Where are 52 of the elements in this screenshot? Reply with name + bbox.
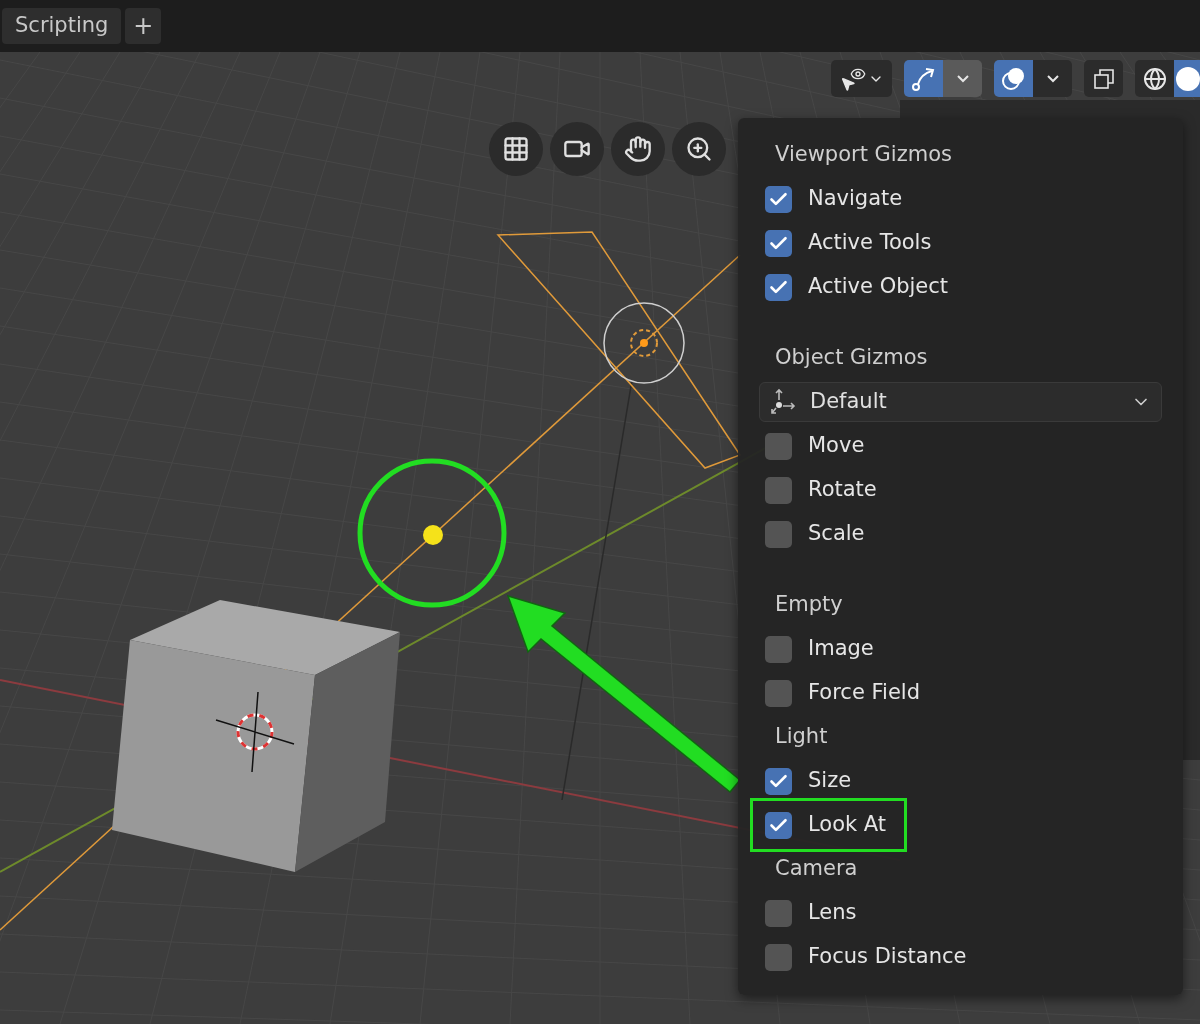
checkbox-label: Image <box>808 635 874 663</box>
section-heading: Camera <box>775 855 858 883</box>
section-heading: Empty <box>775 591 843 619</box>
section-heading: Light <box>775 723 828 751</box>
checkbox-label: Navigate <box>808 185 903 213</box>
3d-cursor-icon <box>215 691 295 773</box>
grid-icon <box>502 135 530 163</box>
checkbox[interactable] <box>765 679 792 707</box>
hand-icon <box>624 135 652 163</box>
checkbox-label: Force Field <box>808 679 920 707</box>
checkbox[interactable] <box>765 635 792 663</box>
dropdown-field[interactable]: Default <box>759 382 1162 422</box>
checkbox[interactable] <box>765 432 792 460</box>
checkbox[interactable] <box>765 185 792 213</box>
navigation-button[interactable] <box>672 122 726 176</box>
transform-axes-icon <box>770 388 798 416</box>
checkbox[interactable] <box>765 229 792 257</box>
checkbox-label: Size <box>808 767 852 795</box>
checkbox-label: Look At <box>808 811 887 839</box>
zoom-icon <box>685 135 713 163</box>
checkbox[interactable] <box>765 767 792 795</box>
checkbox[interactable] <box>765 273 792 301</box>
overlapping-circles-icon <box>1000 65 1027 92</box>
checkbox-label: Lens <box>808 899 857 927</box>
xray-squares-icon <box>1091 66 1116 91</box>
header-button[interactable] <box>1084 60 1123 97</box>
light-gizmo-icon <box>603 302 685 384</box>
checkbox-label: Scale <box>808 520 865 548</box>
section-heading: Viewport Gizmos <box>775 141 952 169</box>
navigation-button[interactable] <box>611 122 665 176</box>
checkbox-label: Active Tools <box>808 229 932 257</box>
chevron-down-icon <box>956 74 969 83</box>
checkbox-label: Move <box>808 432 865 460</box>
checkbox-label: Focus Distance <box>808 943 967 971</box>
checkbox-label: Rotate <box>808 476 877 504</box>
navigation-button[interactable] <box>489 122 543 176</box>
chevron-down-icon <box>1046 74 1059 83</box>
checkbox[interactable] <box>765 899 792 927</box>
curve-arrow-icon <box>910 65 937 92</box>
section-heading: Object Gizmos <box>775 344 928 372</box>
checkbox[interactable] <box>765 520 792 548</box>
header-button[interactable] <box>1135 60 1174 97</box>
navigation-button[interactable] <box>550 122 604 176</box>
header-button[interactable] <box>831 60 892 97</box>
checkbox[interactable] <box>765 811 792 839</box>
add-tab-button[interactable]: + <box>125 8 162 44</box>
workspace-tab[interactable]: Scripting <box>2 8 122 44</box>
look-at-target-dot <box>423 525 443 545</box>
checkbox-label: Active Object <box>808 273 949 301</box>
checkbox[interactable] <box>765 476 792 504</box>
checkbox[interactable] <box>765 943 792 971</box>
wireframe-sphere-icon <box>1142 66 1167 91</box>
